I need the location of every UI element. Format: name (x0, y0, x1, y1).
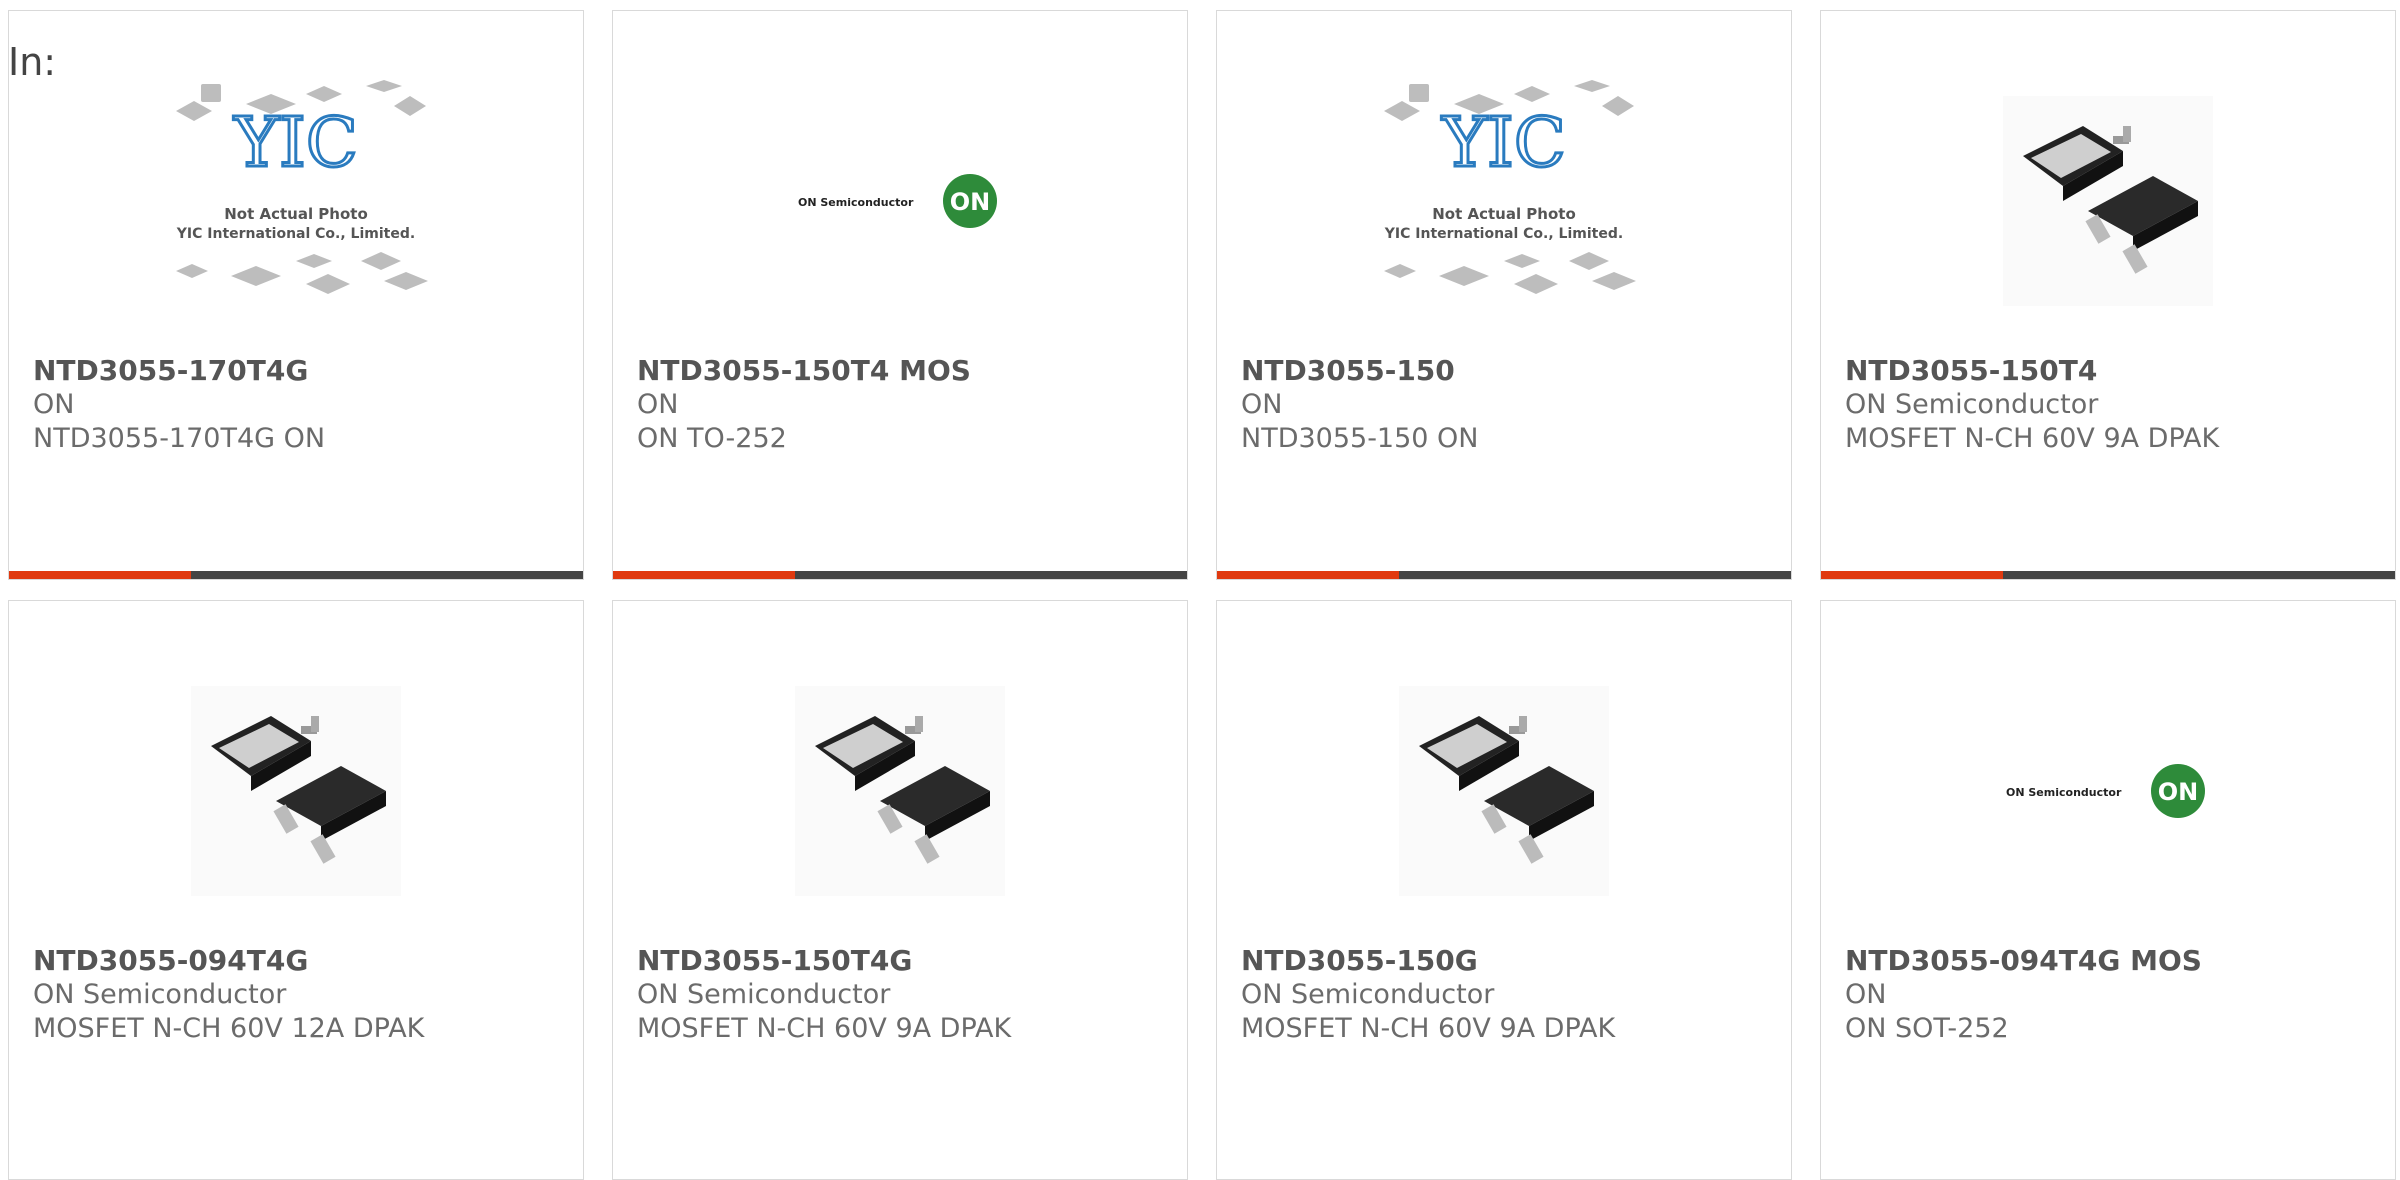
product-card[interactable]: NTD3055-150T4 ON Semiconductor MOSFET N-… (1820, 10, 2396, 580)
product-card[interactable]: ON Semiconductor ON NTD3055-150T4 MOS ON… (612, 10, 1188, 580)
part-number[interactable]: NTD3055-150 (1241, 354, 1771, 388)
product-image: YIC Not Actual Photo YIC International C… (9, 51, 583, 351)
yic-placeholder-image: YIC Not Actual Photo YIC International C… (1384, 80, 1636, 294)
product-image (1821, 51, 2395, 351)
part-number[interactable]: NTD3055-150T4G (637, 944, 1167, 978)
product-image (9, 641, 583, 941)
card-footer-bar (1217, 571, 1791, 579)
card-footer-bar (613, 571, 1187, 579)
manufacturer: ON Semiconductor (1845, 389, 2099, 420)
on-semiconductor-logo: ON Semiconductor ON (798, 174, 997, 228)
part-number[interactable]: NTD3055-150G (1241, 944, 1771, 978)
part-number[interactable]: NTD3055-094T4G (33, 944, 563, 978)
product-card[interactable]: YIC Not Actual Photo YIC International C… (8, 10, 584, 580)
product-card[interactable]: YIC Not Actual Photo YIC International C… (1216, 10, 1792, 580)
product-card[interactable]: ON Semiconductor ON NTD3055-094T4G MOS O… (1820, 600, 2396, 1180)
manufacturer: ON (1845, 979, 1887, 1010)
manufacturer: ON Semiconductor (33, 979, 287, 1010)
description: MOSFET N-CH 60V 12A DPAK (33, 1013, 425, 1044)
svg-text:ON Semiconductor: ON Semiconductor (798, 196, 914, 209)
product-card[interactable]: NTD3055-150T4G ON Semiconductor MOSFET N… (612, 600, 1188, 1180)
manufacturer: ON (33, 389, 75, 420)
manufacturer: ON (1241, 389, 1283, 420)
dpak-package-image (191, 686, 401, 896)
description: NTD3055-170T4G ON (33, 423, 326, 454)
manufacturer: ON (637, 389, 679, 420)
description: MOSFET N-CH 60V 9A DPAK (1241, 1013, 1616, 1044)
svg-text:ON: ON (2158, 778, 2199, 806)
part-number[interactable]: NTD3055-150T4 MOS (637, 354, 1167, 388)
on-semiconductor-logo: ON Semiconductor ON (2006, 764, 2205, 818)
description: NTD3055-150 ON (1241, 423, 1479, 454)
product-image: ON Semiconductor ON (613, 51, 1187, 351)
part-number[interactable]: NTD3055-170T4G (33, 354, 563, 388)
card-footer-bar (9, 571, 583, 579)
description: MOSFET N-CH 60V 9A DPAK (637, 1013, 1012, 1044)
product-image: ON Semiconductor ON (1821, 641, 2395, 941)
product-card[interactable]: NTD3055-094T4G ON Semiconductor MOSFET N… (8, 600, 584, 1180)
svg-text:ON: ON (950, 188, 991, 216)
product-image (1217, 641, 1791, 941)
part-number[interactable]: NTD3055-094T4G MOS (1845, 944, 2375, 978)
svg-text:YIC International Co., Limited: YIC International Co., Limited. (1384, 226, 1623, 242)
dpak-package-image (795, 686, 1005, 896)
yic-placeholder-image: YIC Not Actual Photo YIC International C… (176, 80, 428, 294)
description: MOSFET N-CH 60V 9A DPAK (1845, 423, 2220, 454)
manufacturer: ON Semiconductor (1241, 979, 1495, 1010)
product-image: YIC Not Actual Photo YIC International C… (1217, 51, 1791, 351)
filter-label: In: (8, 40, 57, 84)
product-image (613, 641, 1187, 941)
svg-text:YIC International Co., Limited: YIC International Co., Limited. (176, 226, 415, 242)
svg-text:ON Semiconductor: ON Semiconductor (2006, 786, 2122, 799)
svg-text:Not Actual Photo: Not Actual Photo (1432, 205, 1576, 223)
part-number[interactable]: NTD3055-150T4 (1845, 354, 2375, 388)
dpak-package-image (2003, 96, 2213, 306)
svg-text:YIC: YIC (233, 104, 358, 183)
description: ON TO-252 (637, 423, 787, 454)
svg-text:Not Actual Photo: Not Actual Photo (224, 205, 368, 223)
card-footer-bar (1821, 571, 2395, 579)
svg-text:YIC: YIC (1441, 104, 1566, 183)
description: ON SOT-252 (1845, 1013, 2009, 1044)
product-card[interactable]: NTD3055-150G ON Semiconductor MOSFET N-C… (1216, 600, 1792, 1180)
manufacturer: ON Semiconductor (637, 979, 891, 1010)
dpak-package-image (1399, 686, 1609, 896)
